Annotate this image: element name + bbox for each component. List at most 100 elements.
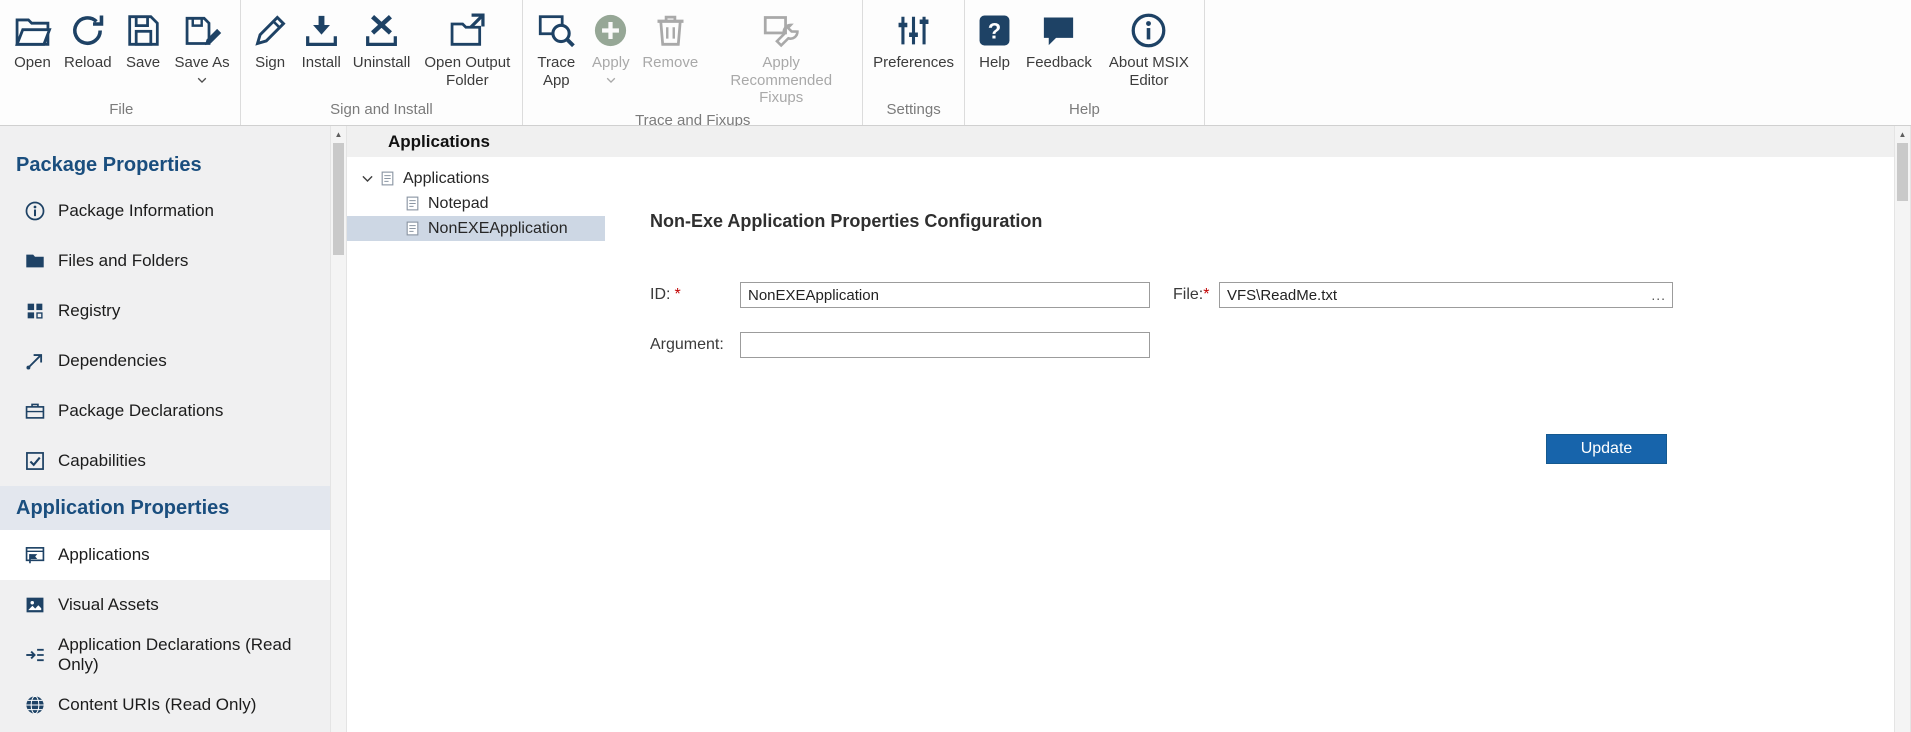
package-properties-heading: Package Properties bbox=[0, 144, 330, 186]
id-field[interactable] bbox=[740, 282, 1150, 308]
file-browse-button[interactable]: ... bbox=[1645, 287, 1672, 303]
fixups-wrench-icon bbox=[762, 11, 801, 50]
svg-text:?: ? bbox=[988, 18, 1001, 43]
required-asterisk: * bbox=[674, 286, 680, 303]
save-as-button-label: Save As bbox=[175, 54, 230, 72]
scroll-up-icon[interactable]: ▲ bbox=[1895, 126, 1910, 143]
globe-icon bbox=[24, 694, 46, 716]
save-as-button[interactable]: Save As bbox=[169, 9, 236, 89]
reload-button-label: Reload bbox=[64, 54, 112, 72]
uninstall-x-icon bbox=[362, 11, 401, 50]
sidebar-item-package-declarations[interactable]: Package Declarations bbox=[0, 386, 330, 436]
sidebar-item-dependencies[interactable]: Dependencies bbox=[0, 336, 330, 386]
sidebar-item-package-information[interactable]: Package Information bbox=[0, 186, 330, 236]
capabilities-check-icon bbox=[24, 450, 46, 472]
remove-button-label: Remove bbox=[642, 54, 698, 72]
scrollbar-thumb[interactable] bbox=[333, 143, 344, 255]
open-folder-icon bbox=[13, 11, 52, 50]
file-field[interactable] bbox=[1220, 283, 1645, 307]
open-output-folder-button[interactable]: Open Output Folder bbox=[416, 9, 518, 91]
sidebar-item-applications[interactable]: Applications bbox=[0, 530, 330, 580]
form-title: Non-Exe Application Properties Configura… bbox=[650, 211, 1894, 232]
tree-node-label: NonEXEApplication bbox=[428, 220, 568, 238]
install-button[interactable]: Install bbox=[296, 9, 347, 74]
page-title: Applications bbox=[388, 132, 490, 152]
chevron-down-icon bbox=[604, 73, 618, 87]
folder-icon bbox=[24, 250, 46, 272]
save-as-icon bbox=[183, 11, 222, 50]
ribbon-toolbar: Open Reload Save Save As File bbox=[0, 0, 1911, 126]
tree-node-nonexeapplication[interactable]: NonEXEApplication bbox=[347, 216, 605, 241]
reload-button[interactable]: Reload bbox=[58, 9, 118, 74]
feedback-button[interactable]: Feedback bbox=[1020, 9, 1098, 74]
application-properties-form: Non-Exe Application Properties Configura… bbox=[605, 157, 1894, 732]
sidebar-item-visual-assets[interactable]: Visual Assets bbox=[0, 580, 330, 630]
app-declarations-icon bbox=[24, 644, 46, 666]
main-area: Package Properties Package Information F… bbox=[0, 126, 1911, 732]
scrollbar-thumb[interactable] bbox=[1897, 143, 1908, 201]
reload-icon bbox=[68, 11, 107, 50]
update-button[interactable]: Update bbox=[1546, 434, 1667, 464]
ribbon-group-settings: Preferences Settings bbox=[863, 0, 965, 125]
sidebar-item-registry[interactable]: Registry bbox=[0, 286, 330, 336]
argument-field[interactable] bbox=[740, 332, 1150, 358]
file-field-label: File:* bbox=[1173, 286, 1219, 304]
save-button-label: Save bbox=[126, 54, 160, 72]
open-button-label: Open bbox=[14, 54, 51, 72]
sidebar-item-content-uris[interactable]: Content URIs (Read Only) bbox=[0, 680, 330, 730]
remove-button[interactable]: Remove bbox=[636, 9, 704, 74]
trace-app-icon bbox=[537, 11, 576, 50]
about-msix-editor-button[interactable]: About MSIX Editor bbox=[1098, 9, 1200, 91]
sidebar-item-capabilities[interactable]: Capabilities bbox=[0, 436, 330, 486]
save-button[interactable]: Save bbox=[118, 9, 169, 74]
registry-icon bbox=[24, 300, 46, 322]
install-arrow-icon bbox=[302, 11, 341, 50]
sidebar-scrollbar[interactable]: ▲ bbox=[330, 126, 347, 732]
uninstall-button-label: Uninstall bbox=[353, 54, 411, 72]
sign-button[interactable]: Sign bbox=[245, 9, 296, 74]
help-icon: ? bbox=[975, 11, 1014, 50]
package-icon bbox=[24, 400, 46, 422]
sidebar-item-application-declarations[interactable]: Application Declarations (Read Only) bbox=[0, 630, 330, 680]
required-asterisk: * bbox=[1203, 286, 1209, 303]
help-button[interactable]: ? Help bbox=[969, 9, 1020, 74]
preferences-button[interactable]: Preferences bbox=[867, 9, 960, 74]
ribbon-group-label-file: File bbox=[7, 98, 236, 125]
sidebar-item-files-and-folders[interactable]: Files and Folders bbox=[0, 236, 330, 286]
apply-plus-icon bbox=[591, 11, 630, 50]
save-icon bbox=[124, 11, 163, 50]
uninstall-button[interactable]: Uninstall bbox=[347, 9, 417, 74]
apply-recommended-fixups-button[interactable]: Apply Recommended Fixups bbox=[704, 9, 858, 109]
visual-assets-icon bbox=[24, 594, 46, 616]
info-icon bbox=[24, 200, 46, 222]
tree-node-label: Notepad bbox=[428, 195, 489, 213]
sign-button-label: Sign bbox=[255, 54, 285, 72]
ribbon-group-label-help: Help bbox=[969, 98, 1200, 125]
open-output-folder-icon bbox=[448, 11, 487, 50]
ribbon-group-sign-and-install: Sign Install Uninstall Open Output Folde… bbox=[241, 0, 524, 125]
document-icon bbox=[379, 170, 396, 187]
about-info-icon bbox=[1129, 11, 1168, 50]
ribbon-group-label-sign-and-install: Sign and Install bbox=[245, 98, 519, 125]
navigation-sidebar: Package Properties Package Information F… bbox=[0, 126, 330, 732]
apply-button[interactable]: Apply bbox=[585, 9, 636, 89]
open-output-folder-button-label: Open Output Folder bbox=[422, 54, 512, 89]
tree-node-notepad[interactable]: Notepad bbox=[347, 191, 605, 216]
preferences-sliders-icon bbox=[894, 11, 933, 50]
trace-app-button[interactable]: Trace App bbox=[527, 9, 585, 91]
file-field-wrapper: ... bbox=[1219, 282, 1673, 308]
tree-node-applications[interactable]: Applications bbox=[347, 166, 605, 191]
applications-icon bbox=[24, 544, 46, 566]
document-icon bbox=[404, 220, 421, 237]
dependencies-icon bbox=[24, 350, 46, 372]
argument-field-label: Argument: bbox=[650, 336, 740, 354]
chevron-down-icon[interactable] bbox=[359, 170, 376, 187]
ribbon-group-help: ? Help Feedback About MSIX Editor Help bbox=[965, 0, 1205, 125]
content-scrollbar[interactable]: ▲ bbox=[1894, 126, 1911, 732]
tree-node-label: Applications bbox=[403, 170, 489, 188]
scroll-up-icon[interactable]: ▲ bbox=[331, 126, 346, 143]
application-properties-heading: Application Properties bbox=[0, 486, 330, 530]
id-field-label: ID:* bbox=[650, 286, 740, 304]
open-button[interactable]: Open bbox=[7, 9, 58, 74]
install-button-label: Install bbox=[302, 54, 341, 72]
